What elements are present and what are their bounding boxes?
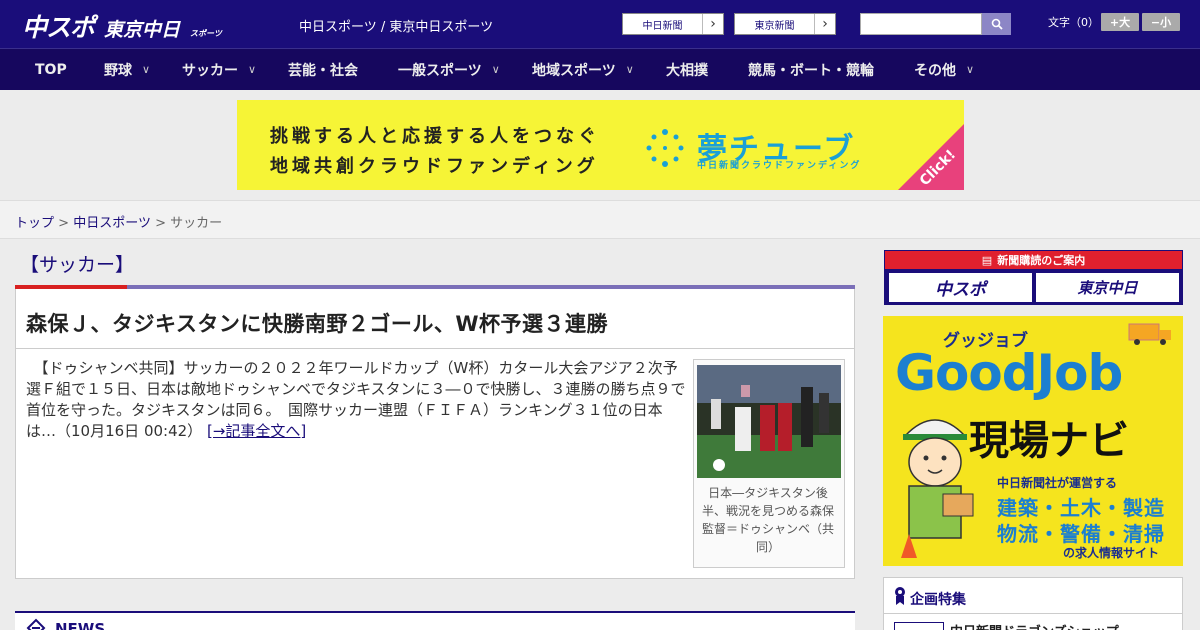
breadcrumb-sep: > [58,216,70,231]
search-input[interactable] [860,13,982,35]
nav-item-soccer[interactable]: サッカー ∨ [182,49,256,90]
goodjob-line-4: の求人情報サイト [1063,546,1160,560]
search-box [860,13,1011,35]
feature-item-link[interactable]: 中日新聞ドラゴンズショップ [950,621,1119,630]
chevron-right-icon: › [822,16,828,32]
breadcrumb: トップ > 中日スポーツ > サッカー [15,212,222,231]
chevron-down-icon: ∨ [248,63,257,76]
logo-sub: 東京中日 [104,19,181,41]
site-tagline: 中日スポーツ / 東京中日スポーツ [299,20,494,35]
search-icon [991,18,1003,30]
nav-item-general-sports[interactable]: 一般スポーツ ∨ [398,49,500,90]
nav-item-local-sports[interactable]: 地域スポーツ ∨ [532,49,634,90]
read-more-link[interactable]: [→記事全文へ] [207,422,306,440]
breadcrumb-sep: > [155,216,166,231]
dots-logo-icon [646,129,684,167]
fontsize-larger-button[interactable]: +大 [1101,13,1139,31]
article-photo-image [697,365,841,478]
tokyo-link-label: 東京新聞 [735,14,815,34]
banner-line-1: 挑戦する人と応援する人をつなぐ [270,126,600,147]
nav-item-label: 大相撲 [666,62,708,79]
goodjob-logo: GoodJob [895,344,1123,402]
nav-item-racing[interactable]: 競馬・ボート・競輪 [748,49,874,90]
breadcrumb-section[interactable]: 中日スポーツ [73,216,151,231]
fontsize-smaller-button[interactable]: −小 [1142,13,1180,31]
chevron-down-icon: ∨ [142,63,151,76]
nav-item-label: その他 [914,62,956,79]
logo-small: スポーツ [190,29,222,38]
chevron-right-icon: › [710,16,716,32]
chevron-down-icon: ∨ [625,63,634,76]
truck-icon [1128,323,1171,345]
banner-line-2: 地域共創クラウドファンディング [270,156,599,177]
breadcrumb-current: サッカー [170,216,223,231]
main-nav: TOP 野球 ∨ サッカー ∨ 芸能・社会 一般スポーツ ∨ 地域スポーツ ∨ 大相撲 … [0,48,1200,90]
nav-item-label: サッカー [182,62,238,79]
nav-item-label: 地域スポーツ [532,62,616,79]
nav-item-label: 競馬・ボート・競輪 [748,62,874,79]
chunichi-link-label: 中日新聞 [623,14,703,34]
goodjob-line-3: 物流・警備・清掃 [997,522,1165,546]
article-accent-line [15,285,127,289]
goodjob-line-2: 建築・土木・製造 [997,496,1165,520]
nav-item-label: 芸能・社会 [288,62,358,79]
news-icon [26,618,46,630]
banner-brand-sub: 中日新聞クラウドファンディング [697,161,862,171]
ribbon-icon [895,587,905,605]
subscribe-head: ▤ 新聞購読のご案内 [885,251,1182,269]
nav-item-entertainment[interactable]: 芸能・社会 [288,49,358,90]
nav-item-label: 野球 [104,62,132,79]
breadcrumb-bar: トップ > 中日スポーツ > サッカー [0,200,1200,239]
crowdfunding-banner[interactable]: 挑戦する人と応援する人をつなぐ 地域共創クラウドファンディング 夢チューブ 中日… [237,100,964,190]
newspaper-icon: ▤ [981,253,993,267]
top-header: 中スポ 東京中日 スポーツ 中日スポーツ / 東京中日スポーツ 中日新聞 › 東… [0,0,1200,48]
logo-main: 中スポ [22,13,95,42]
photo-caption: 日本―タジキスタン後半、戦況を見つめる森保監督＝ドゥシャンベ（共同） [701,486,834,554]
worker-illustration-icon [901,419,974,558]
nav-item-label: TOP [35,61,67,78]
goodjob-line-1: 中日新聞社が運営する [997,476,1118,490]
subscribe-head-label: 新聞購読のご案内 [997,254,1086,267]
nav-item-other[interactable]: その他 ∨ [914,49,974,90]
subscribe-tokyo-button[interactable]: 東京中日 [1036,273,1179,302]
goodjob-banner[interactable]: グッジョブ GoodJob 現場ナビ 中日新聞社が運営する 建築・土木・製造 物… [883,316,1183,566]
article-top-line [15,285,855,289]
tokyo-link[interactable]: 東京新聞 › [734,13,836,35]
news-title: NEWS [55,620,106,630]
nav-item-sumo[interactable]: 大相撲 [666,49,708,90]
site-logo[interactable]: 中スポ 東京中日 スポーツ [22,8,222,42]
fontsize-label: 文字（0） [1048,16,1099,29]
search-button[interactable] [982,13,1011,35]
subscribe-box: ▤ 新聞購読のご案内 中スポ 東京中日 [884,250,1183,305]
subscribe-chuspo-button[interactable]: 中スポ [889,273,1032,302]
nav-item-top[interactable]: TOP [35,49,67,90]
nav-item-baseball[interactable]: 野球 ∨ [104,49,150,90]
article-headline[interactable]: 森保Ｊ、タジキスタンに快勝南野２ゴール、W杯予選３連勝 [26,308,608,338]
article-summary: 【ドゥシャンベ共同】サッカーの２０２２年ワールドカップ（W杯）カタール大会アジア… [26,359,686,440]
goodjob-navi: 現場ナビ [969,418,1129,464]
article-body: 【ドゥシャンベ共同】サッカーの２０２２年ワールドカップ（W杯）カタール大会アジア… [26,358,686,442]
news-box: NEWS [15,611,855,630]
feature-divider [884,613,1182,614]
feature-thumbnail[interactable] [894,622,944,630]
chevron-down-icon: ∨ [491,63,500,76]
article-divider [16,348,854,349]
feature-box: 企画特集 中日新聞ドラゴンズショップ [883,577,1183,630]
nav-item-label: 一般スポーツ [398,62,482,79]
chunichi-link[interactable]: 中日新聞 › [622,13,724,35]
article-photo[interactable]: 日本―タジキスタン後半、戦況を見つめる森保監督＝ドゥシャンベ（共同） [693,359,845,568]
article-card: 森保Ｊ、タジキスタンに快勝南野２ゴール、W杯予選３連勝 【ドゥシャンベ共同】サッ… [15,285,855,579]
breadcrumb-home[interactable]: トップ [15,216,54,231]
chevron-down-icon: ∨ [966,63,975,76]
section-title: 【サッカー】 [20,254,135,276]
feature-title: 企画特集 [910,592,966,608]
